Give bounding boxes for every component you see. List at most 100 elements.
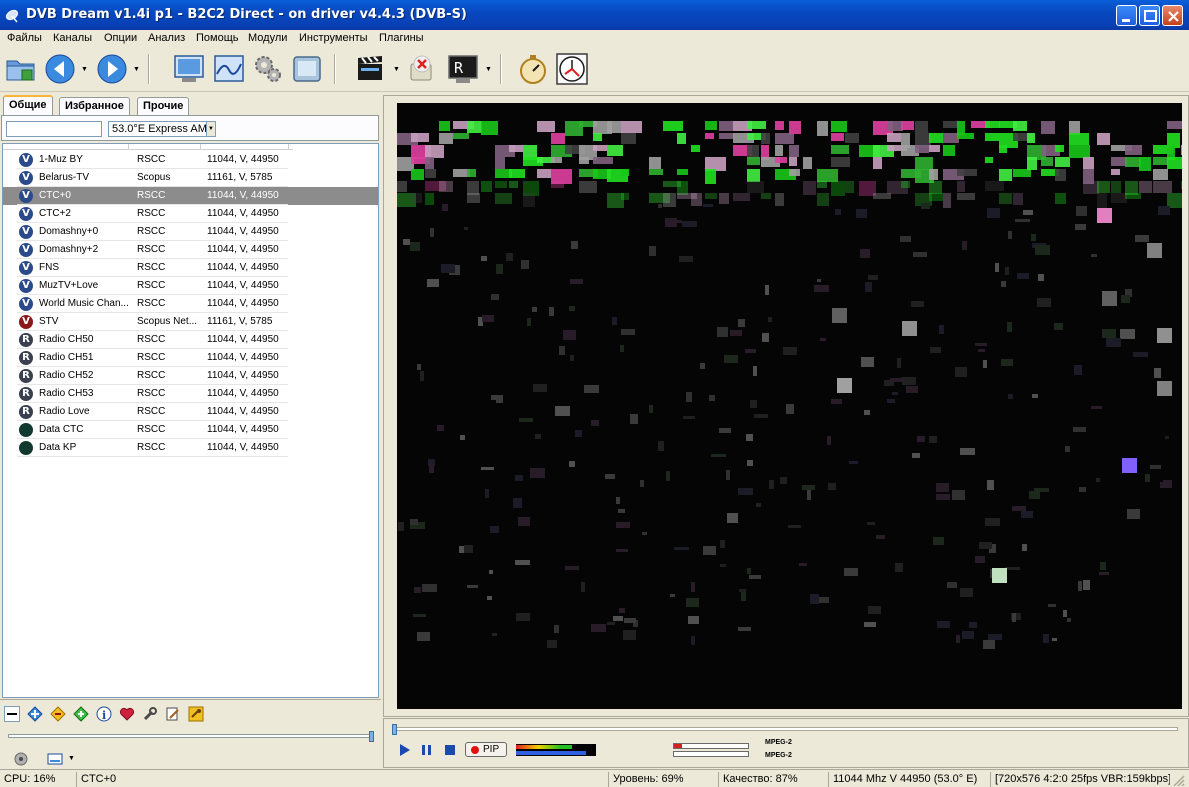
column-provider-header[interactable] [129, 144, 201, 150]
menu-files[interactable]: Файлы [7, 32, 42, 44]
pip-button[interactable]: PIP [465, 742, 507, 757]
channel-frequency: 11044, V, 44950 [207, 370, 279, 381]
channel-row[interactable]: V 1-Muz BY RSCC 11044, V, 44950 [3, 151, 378, 169]
edit-document-icon[interactable] [165, 706, 181, 722]
menu-options[interactable]: Опции [104, 32, 137, 44]
channel-row[interactable]: R Radio CH52 RSCC 11044, V, 44950 [3, 367, 378, 385]
play-icon[interactable] [398, 743, 412, 757]
seek-bar[interactable] [392, 724, 1178, 735]
maximize-button[interactable] [1139, 5, 1160, 26]
yellow-diamond-icon[interactable] [50, 706, 66, 722]
key-icon[interactable] [188, 706, 204, 722]
minimize-icon [1122, 19, 1130, 22]
tab-general[interactable]: Общие [3, 95, 53, 116]
channel-row[interactable]: Data KP RSCC 11044, V, 44950 [3, 439, 378, 457]
channel-frequency: 11044, V, 44950 [207, 388, 279, 399]
panel-slider[interactable] [8, 731, 374, 742]
menu-plugins[interactable]: Плагины [379, 32, 424, 44]
menu-tools[interactable]: Инструменты [299, 32, 368, 44]
channel-row[interactable]: V CTC+2 RSCC 11044, V, 44950 [3, 205, 378, 223]
tv-channel-icon: V [19, 243, 33, 257]
info-icon[interactable]: i [96, 706, 112, 722]
menu-channels[interactable]: Каналы [53, 32, 92, 44]
column-frequency-header[interactable] [201, 144, 289, 150]
title-bar[interactable]: DVB Dream v1.4i p1 - B2C2 Direct - on dr… [0, 0, 1189, 30]
tv-channel-icon: V [19, 297, 33, 311]
green-diamond-icon[interactable] [73, 706, 89, 722]
chevron-down-icon[interactable]: ▼ [206, 122, 215, 136]
channel-row[interactable]: R Radio Love RSCC 11044, V, 44950 [3, 403, 378, 421]
clapper-dropdown-icon[interactable]: ▼ [393, 66, 400, 73]
channel-row[interactable]: V FNS RSCC 11044, V, 44950 [3, 259, 378, 277]
pause-icon[interactable] [420, 743, 434, 757]
channel-name: 1-Muz BY [39, 154, 83, 165]
menu-help[interactable]: Помощь [196, 32, 239, 44]
forward-icon[interactable] [95, 52, 129, 86]
radio-channel-icon: R [19, 405, 33, 419]
tv-channel-icon: V [19, 279, 33, 293]
channel-name: Radio CH53 [39, 388, 94, 399]
seek-thumb[interactable] [392, 724, 397, 735]
blue-diamond-icon[interactable] [27, 706, 43, 722]
tab-favorites[interactable]: Избранное [59, 97, 130, 115]
resize-grip-icon[interactable] [1172, 774, 1186, 786]
screen-icon[interactable] [290, 52, 324, 86]
audio-track-icon[interactable] [14, 752, 28, 766]
status-signal-quality: Качество: 87% [718, 772, 828, 787]
channel-name: FNS [39, 262, 59, 273]
channel-row[interactable]: R Radio CH50 RSCC 11044, V, 44950 [3, 331, 378, 349]
record-terminal-icon[interactable]: R [446, 52, 480, 86]
channel-row[interactable]: V CTC+0 RSCC 11044, V, 44950 [3, 187, 378, 205]
channel-row[interactable]: V Domashny+2 RSCC 11044, V, 44950 [3, 241, 378, 259]
tab-other[interactable]: Прочие [137, 97, 190, 115]
channel-row[interactable]: V World Music Chan... RSCC 11044, V, 44950 [3, 295, 378, 313]
channel-provider: RSCC [137, 370, 166, 381]
channel-list[interactable]: V 1-Muz BY RSCC 11044, V, 44950 V Belarus-TV S… [2, 143, 379, 698]
spectrum-icon[interactable] [212, 52, 246, 86]
subtitle-dropdown-icon[interactable]: ▼ [68, 755, 75, 762]
channel-name: Radio CH51 [39, 352, 94, 363]
window-title: DVB Dream v1.4i p1 - B2C2 Direct - on dr… [26, 7, 467, 22]
back-dropdown-icon[interactable]: ▼ [81, 66, 88, 73]
channel-row[interactable]: V MuzTV+Love RSCC 11044, V, 44950 [3, 277, 378, 295]
channel-name: Domashny+2 [39, 244, 99, 255]
filter-bar: 53.0°E Express AM ▼ [1, 115, 379, 141]
monitor-icon[interactable] [172, 52, 206, 86]
channel-name: CTC+2 [39, 208, 71, 219]
channel-provider: RSCC [137, 388, 166, 399]
channel-frequency: 11044, V, 44950 [207, 424, 279, 435]
clapper-icon[interactable] [354, 52, 388, 86]
channel-row[interactable]: V Domashny+0 RSCC 11044, V, 44950 [3, 223, 378, 241]
column-name-header[interactable] [3, 144, 129, 150]
video-display[interactable] [397, 103, 1182, 709]
back-icon[interactable] [43, 52, 77, 86]
channel-search-input[interactable] [6, 121, 102, 137]
minimize-button[interactable] [1116, 5, 1137, 26]
stop-record-icon[interactable] [405, 52, 439, 86]
menu-analysis[interactable]: Анализ [148, 32, 185, 44]
channel-name: Data KP [39, 442, 77, 453]
close-icon [1168, 11, 1179, 22]
panel-slider-thumb[interactable] [369, 731, 374, 742]
stop-icon[interactable] [443, 743, 457, 757]
channel-row[interactable]: R Radio CH51 RSCC 11044, V, 44950 [3, 349, 378, 367]
channel-row[interactable]: Data CTC RSCC 11044, V, 44950 [3, 421, 378, 439]
close-button[interactable] [1162, 5, 1183, 26]
record-dropdown-icon[interactable]: ▼ [485, 66, 492, 73]
channel-row[interactable]: V Belarus-TV Scopus 11161, V, 5785 [3, 169, 378, 187]
satellite-select[interactable]: 53.0°E Express AM ▼ [108, 121, 216, 137]
channel-row[interactable]: V STV Scopus Net... 11161, V, 5785 [3, 313, 378, 331]
settings-gears-icon[interactable] [251, 52, 285, 86]
channel-row[interactable]: R Radio CH53 RSCC 11044, V, 44950 [3, 385, 378, 403]
stopwatch-icon[interactable] [516, 52, 550, 86]
data-channel-icon [19, 423, 33, 437]
subtitle-icon[interactable] [46, 752, 64, 766]
menu-modules[interactable]: Модули [248, 32, 287, 44]
tools-icon[interactable] [142, 706, 158, 722]
scheduler-clock-icon[interactable] [555, 52, 589, 86]
favorite-heart-icon[interactable] [119, 706, 135, 722]
minus-icon[interactable] [4, 706, 20, 722]
forward-dropdown-icon[interactable]: ▼ [133, 66, 140, 73]
channel-frequency: 11161, V, 5785 [207, 316, 273, 327]
open-folder-icon[interactable] [4, 52, 38, 86]
